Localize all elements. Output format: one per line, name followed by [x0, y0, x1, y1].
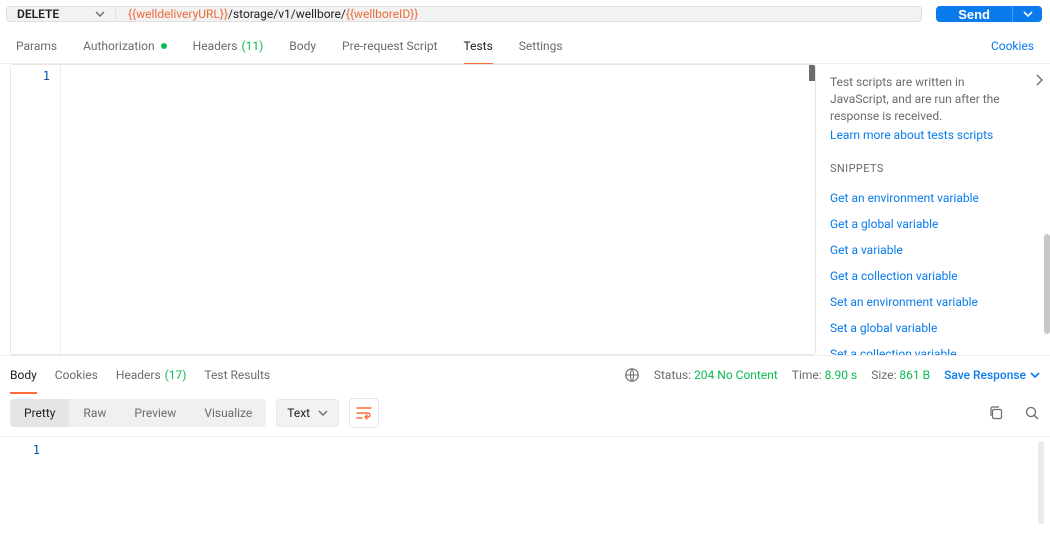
snippet-item[interactable]: Set a collection variable — [830, 341, 1036, 355]
snippets-heading: SNIPPETS — [830, 162, 1036, 175]
chevron-down-icon — [1023, 9, 1033, 19]
snippet-item[interactable]: Get a global variable — [830, 211, 1036, 237]
time-label-text: Time: — [792, 368, 822, 382]
learn-more-link[interactable]: Learn more about tests scripts — [830, 128, 1036, 142]
chevron-down-icon — [1030, 370, 1040, 380]
resp-tab-cookies-label: Cookies — [55, 368, 98, 382]
resp-tab-headers[interactable]: Headers (17) — [116, 356, 187, 394]
collapse-snippets-button[interactable] — [1034, 74, 1044, 86]
send-dropdown[interactable] — [1012, 6, 1042, 22]
save-response-label: Save Response — [944, 368, 1026, 382]
method-select[interactable]: DELETE — [6, 6, 116, 22]
search-response-button[interactable] — [1024, 405, 1040, 421]
resp-tab-headers-count: (17) — [165, 368, 187, 382]
time-value: 8.90 s — [825, 368, 858, 382]
method-label: DELETE — [17, 7, 59, 21]
snippet-item[interactable]: Set a global variable — [830, 315, 1036, 341]
editor-code-area[interactable] — [61, 65, 815, 354]
tab-authorization-label: Authorization — [83, 39, 155, 53]
tab-params[interactable]: Params — [16, 28, 57, 64]
chevron-down-icon — [95, 9, 105, 19]
snippets-scrollbar[interactable] — [1044, 234, 1050, 334]
snippet-item[interactable]: Get a collection variable — [830, 263, 1036, 289]
tab-settings-label: Settings — [519, 39, 563, 53]
status-value: 204 No Content — [694, 368, 778, 382]
url-plain-1: /storage/v1/wellbore/ — [228, 7, 346, 21]
status-label-text: Status: — [654, 368, 691, 382]
resp-tab-headers-label: Headers — [116, 368, 161, 382]
send-button[interactable]: Send — [936, 6, 1012, 22]
cookies-link[interactable]: Cookies — [991, 39, 1034, 53]
snippets-panel: Test scripts are written in JavaScript, … — [816, 64, 1050, 355]
view-pretty[interactable]: Pretty — [10, 399, 69, 427]
content-type-select[interactable]: Text — [276, 399, 339, 427]
copy-icon — [988, 405, 1004, 421]
content-type-label: Text — [287, 406, 310, 420]
url-var-2: {{wellboreID}} — [346, 7, 419, 21]
url-var-1: {{welldeliveryURL}} — [128, 7, 228, 21]
time-label: Time: 8.90 s — [792, 368, 857, 382]
tab-prerequest[interactable]: Pre-request Script — [342, 28, 437, 64]
tab-params-label: Params — [16, 39, 57, 53]
globe-icon[interactable] — [624, 367, 640, 383]
editor-line-1: 1 — [43, 69, 50, 83]
view-visualize[interactable]: Visualize — [190, 399, 266, 427]
search-icon — [1024, 405, 1040, 421]
status-label: Status: 204 No Content — [654, 368, 778, 382]
authorization-active-dot — [161, 43, 167, 49]
tab-body-label: Body — [289, 39, 316, 53]
response-gutter: 1 — [0, 437, 50, 528]
tab-body[interactable]: Body — [289, 28, 316, 64]
copy-response-button[interactable] — [988, 405, 1004, 421]
tab-authorization[interactable]: Authorization — [83, 28, 167, 64]
tab-tests-label: Tests — [464, 39, 493, 53]
tab-headers-count: (11) — [242, 39, 264, 53]
tab-tests[interactable]: Tests — [464, 28, 493, 64]
url-input[interactable]: {{welldeliveryURL}}/storage/v1/wellbore/… — [116, 6, 922, 22]
resp-tab-cookies[interactable]: Cookies — [55, 356, 98, 394]
tests-editor[interactable]: 1 — [10, 64, 816, 355]
view-preview[interactable]: Preview — [120, 399, 190, 427]
size-label: Size: 861 B — [871, 368, 930, 382]
resp-tab-body[interactable]: Body — [10, 356, 37, 394]
save-response-button[interactable]: Save Response — [944, 368, 1040, 382]
wrap-icon — [356, 406, 372, 420]
resp-tab-test-results[interactable]: Test Results — [204, 356, 270, 394]
chevron-right-icon — [1034, 74, 1044, 86]
tab-headers[interactable]: Headers (11) — [193, 28, 264, 64]
response-body[interactable]: 1 — [0, 436, 1050, 528]
wrap-lines-button[interactable] — [349, 398, 379, 428]
resp-tab-test-results-label: Test Results — [204, 368, 270, 382]
tests-help-text: Test scripts are written in JavaScript, … — [830, 74, 1036, 124]
editor-gutter: 1 — [11, 65, 61, 354]
size-label-text: Size: — [871, 368, 896, 382]
view-raw[interactable]: Raw — [69, 399, 120, 427]
response-line-1: 1 — [33, 443, 40, 457]
view-segmented-control: Pretty Raw Preview Visualize — [10, 399, 266, 427]
snippet-item[interactable]: Get an environment variable — [830, 185, 1036, 211]
tab-prerequest-label: Pre-request Script — [342, 39, 437, 53]
size-value: 861 B — [899, 368, 930, 382]
snippet-item[interactable]: Set an environment variable — [830, 289, 1036, 315]
chevron-down-icon — [318, 408, 328, 418]
snippet-item[interactable]: Get a variable — [830, 237, 1036, 263]
resp-tab-body-label: Body — [10, 368, 37, 382]
tab-headers-label: Headers — [193, 39, 238, 53]
tab-settings[interactable]: Settings — [519, 28, 563, 64]
